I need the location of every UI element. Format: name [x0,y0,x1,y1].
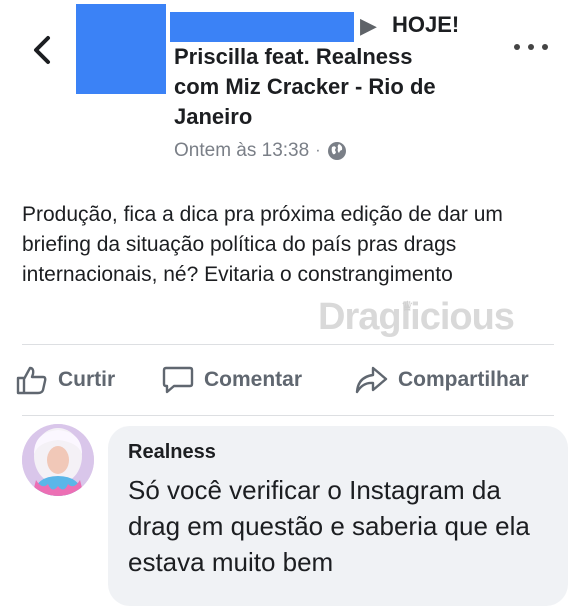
more-dot [542,44,548,50]
share-arrow-icon [355,366,388,394]
avatar-image [22,424,94,496]
share-label: Compartilhar [398,368,529,391]
comment-button[interactable]: Comentar [162,362,302,398]
comment-bubble-icon [162,366,194,394]
back-button[interactable] [26,30,60,70]
globe-icon [327,142,346,160]
arrow-separator: ▶ [360,13,377,38]
more-horizontal-icon [514,44,520,50]
like-label: Curtir [58,368,116,391]
more-options-button[interactable] [514,38,548,56]
meta-separator: · [315,142,321,159]
commenter-avatar[interactable] [22,424,94,496]
event-title-line-1[interactable]: HOJE! [392,10,459,40]
watermark: Draglicious [318,296,515,338]
watermark-crown-icon: ♛ [401,298,414,314]
share-button[interactable]: Compartilhar [354,362,529,398]
comment-label: Comentar [204,368,303,391]
post-meta: Ontem às 13:38 · [174,140,347,162]
comment-author[interactable]: Realness [128,441,216,464]
timestamp[interactable]: Ontem às 13:38 [174,140,309,162]
event-title-line-2[interactable]: Priscilla feat. Realness [174,42,412,72]
redacted-page-name [170,12,354,42]
redacted-page-avatar [76,4,166,94]
more-dot [528,44,534,50]
thumbs-up-icon [16,366,47,395]
chevron-left-icon [34,36,50,64]
event-title-line-3[interactable]: com Miz Cracker - Rio de [174,72,436,102]
divider [22,415,554,416]
divider [22,344,554,345]
event-title-line-4[interactable]: Janeiro [174,102,252,132]
like-button[interactable]: Curtir [16,362,115,398]
post-text: Produção, fica a dica pra próxima edição… [22,203,503,286]
comment-text: Só você verificar o Instagram da drag em… [128,475,530,577]
